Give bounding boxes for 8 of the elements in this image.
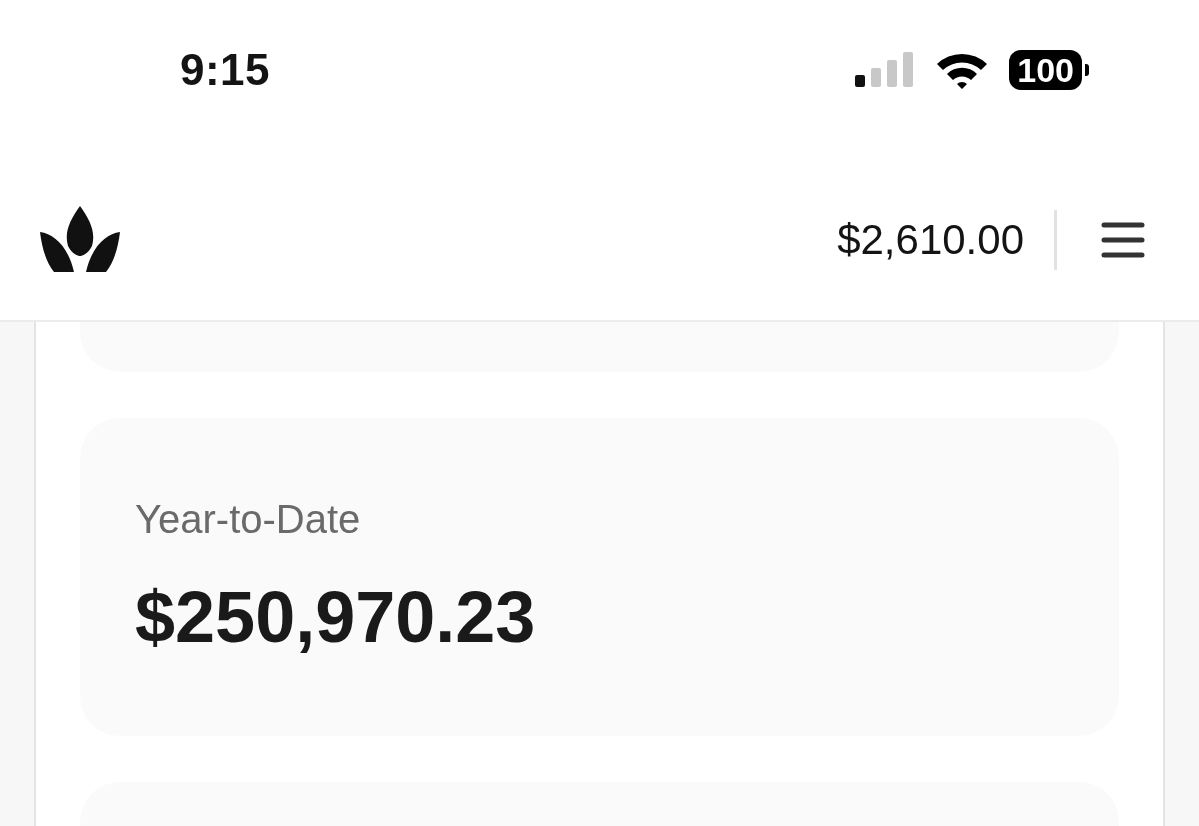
card-label: Year-to-Date [135,496,362,542]
logo-icon [40,206,120,274]
menu-icon[interactable] [1101,222,1145,258]
card-amount: $250,970.23 [135,575,537,658]
signal-icon [855,51,916,89]
account-balance: $2,610.00 [837,216,1024,264]
clock-time: 9:15 [180,45,271,95]
wifi-icon [935,51,990,89]
